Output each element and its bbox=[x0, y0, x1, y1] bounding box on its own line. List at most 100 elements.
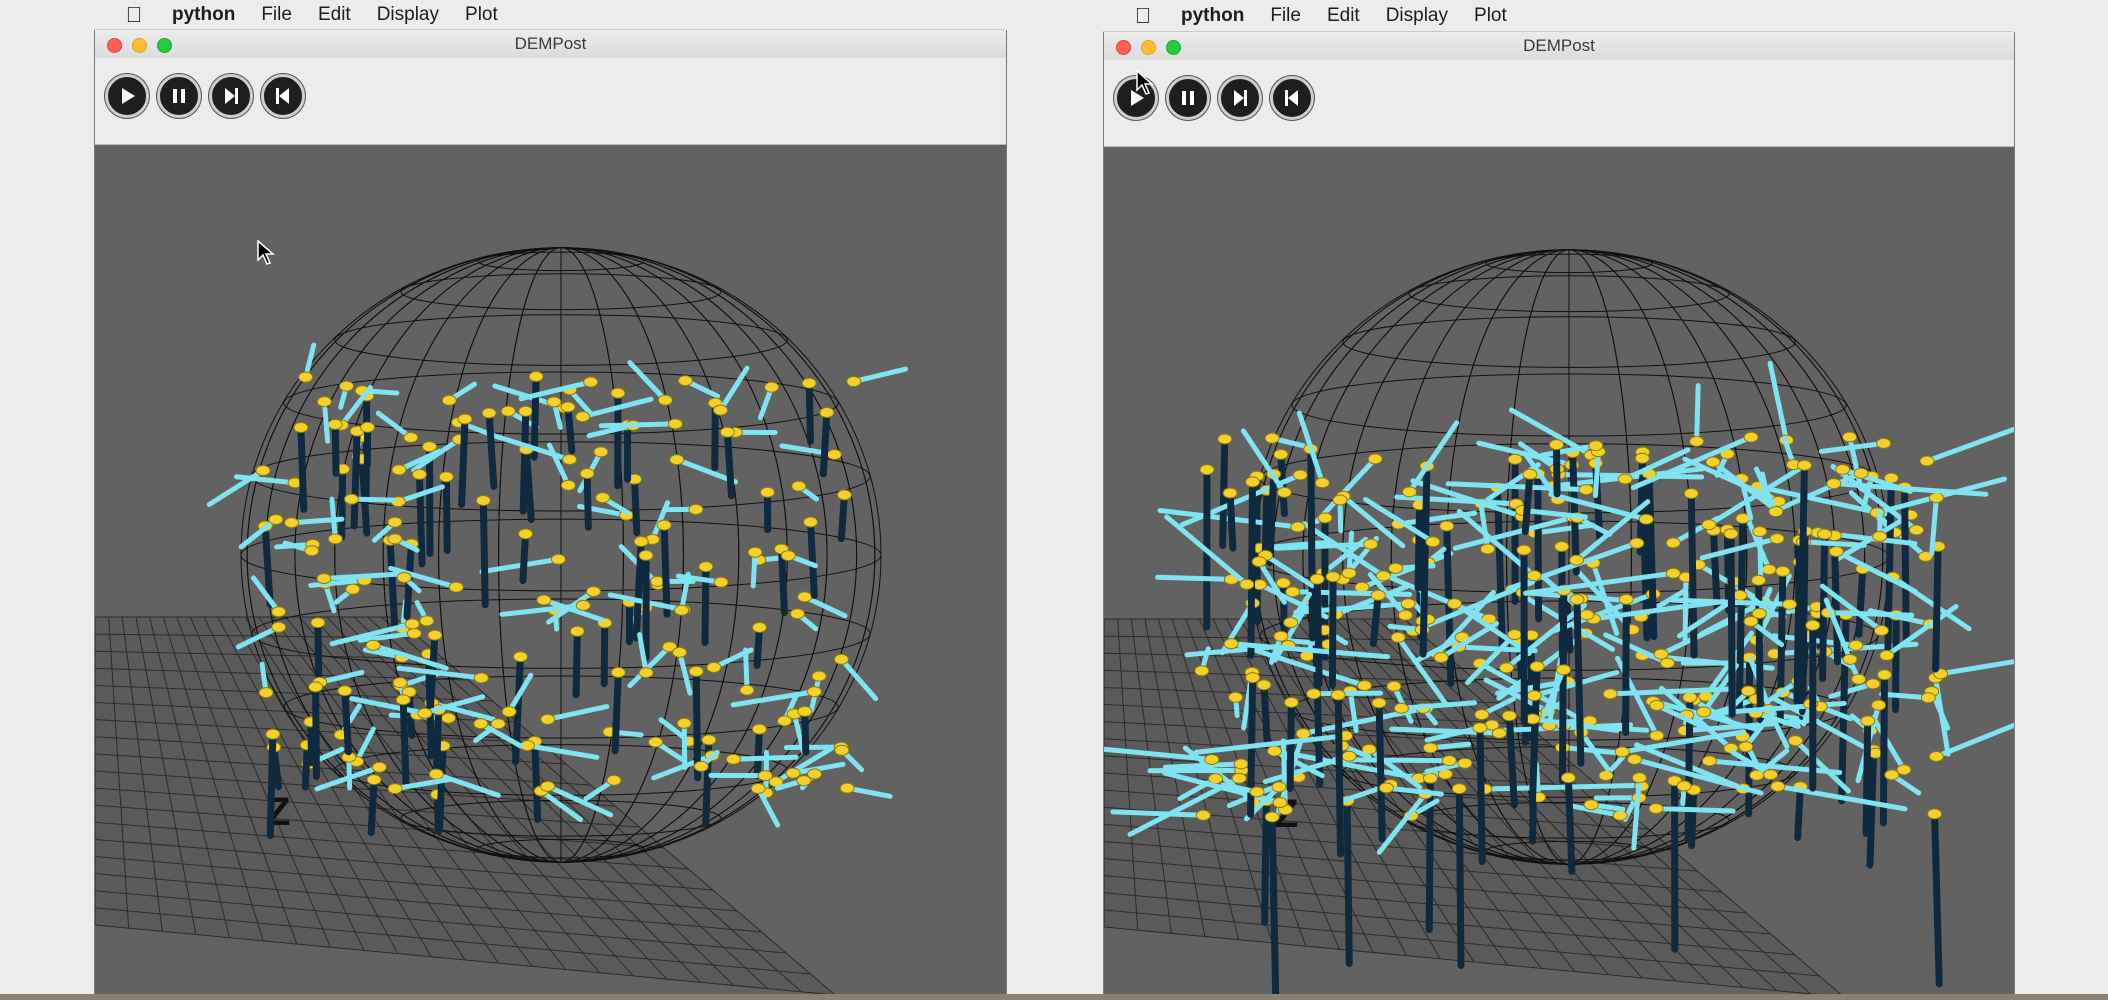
particle bbox=[1273, 630, 1289, 642]
particle bbox=[719, 426, 735, 438]
particle bbox=[1578, 484, 1594, 496]
force-arrow bbox=[1794, 783, 1804, 841]
particle bbox=[575, 599, 591, 611]
particle bbox=[638, 667, 654, 679]
particle bbox=[1743, 431, 1759, 443]
menu-edit[interactable]: Edit bbox=[1327, 5, 1360, 27]
rewind-button[interactable] bbox=[261, 74, 305, 118]
force-arrow bbox=[1268, 813, 1280, 994]
menu-file[interactable]: File bbox=[1270, 5, 1301, 27]
particle bbox=[1390, 631, 1406, 643]
window-titlebar[interactable]: DEMPost bbox=[95, 30, 1006, 58]
particle bbox=[593, 446, 609, 458]
step-forward-button[interactable] bbox=[1218, 76, 1262, 120]
particle bbox=[1569, 554, 1585, 566]
zoom-window-button[interactable] bbox=[157, 38, 172, 53]
particle bbox=[387, 783, 403, 795]
particle bbox=[1251, 556, 1267, 568]
particle bbox=[337, 685, 353, 697]
particle bbox=[1451, 783, 1467, 795]
menu-file[interactable]: File bbox=[261, 4, 292, 26]
mouse-cursor-icon bbox=[1136, 70, 1155, 95]
particle bbox=[1602, 688, 1618, 700]
minimize-window-button[interactable] bbox=[132, 38, 147, 53]
particle bbox=[1826, 478, 1842, 490]
force-arrow bbox=[723, 428, 735, 500]
force-arrow bbox=[314, 619, 323, 686]
play-button[interactable] bbox=[105, 74, 149, 118]
menu-plot[interactable]: Plot bbox=[465, 4, 498, 26]
apple-menu-icon[interactable]:  bbox=[122, 2, 146, 28]
minimize-window-button[interactable] bbox=[1141, 40, 1156, 55]
particle bbox=[500, 405, 516, 417]
menu-display[interactable]: Display bbox=[1386, 5, 1448, 27]
particle bbox=[1770, 780, 1786, 792]
force-arrow bbox=[1334, 691, 1345, 858]
step-forward-button[interactable] bbox=[209, 74, 253, 118]
particle bbox=[1441, 755, 1457, 767]
force-arrow bbox=[1528, 663, 1541, 808]
menu-display[interactable]: Display bbox=[377, 4, 439, 26]
step-forward-icon bbox=[225, 88, 238, 104]
3d-viewport[interactable]: Z bbox=[1104, 147, 2014, 994]
particle bbox=[674, 604, 690, 616]
force-arrow bbox=[1924, 426, 2014, 464]
menu-plot[interactable]: Plot bbox=[1474, 5, 1507, 27]
close-window-button[interactable] bbox=[107, 38, 122, 53]
pause-button[interactable] bbox=[1166, 76, 1210, 120]
particle bbox=[536, 594, 552, 606]
particle bbox=[1665, 537, 1681, 549]
particle bbox=[1422, 772, 1438, 784]
particle bbox=[1231, 772, 1247, 784]
particle bbox=[751, 723, 767, 735]
particle bbox=[1309, 573, 1325, 585]
force-arrow bbox=[1559, 745, 1627, 756]
particle bbox=[1676, 780, 1692, 792]
close-window-button[interactable] bbox=[1116, 40, 1131, 55]
particle bbox=[271, 621, 287, 633]
force-arrow bbox=[1564, 774, 1576, 876]
particle bbox=[1290, 521, 1306, 533]
particle bbox=[1439, 520, 1455, 532]
particle bbox=[1422, 742, 1438, 754]
force-arrow bbox=[1862, 717, 1872, 837]
force-arrow bbox=[1455, 785, 1465, 969]
rewind-button[interactable] bbox=[1270, 76, 1314, 120]
particle bbox=[1525, 713, 1541, 725]
particle bbox=[481, 407, 497, 419]
particle bbox=[801, 377, 817, 389]
particle bbox=[546, 396, 562, 408]
apple-menu-icon[interactable]:  bbox=[1131, 3, 1155, 29]
force-arrow bbox=[564, 403, 576, 455]
particle bbox=[579, 468, 595, 480]
force-arrow bbox=[1819, 530, 1829, 683]
particle bbox=[1283, 617, 1299, 629]
force-arrow bbox=[1710, 526, 1721, 613]
particle bbox=[255, 464, 271, 476]
3d-viewport[interactable]: Z bbox=[95, 145, 1006, 994]
particle bbox=[1740, 685, 1756, 697]
app-menu[interactable]: python bbox=[172, 4, 235, 26]
force-arrow bbox=[518, 379, 594, 402]
zoom-window-button[interactable] bbox=[1166, 40, 1181, 55]
force-arrow bbox=[572, 627, 581, 699]
force-arrow bbox=[1266, 470, 1278, 567]
particle bbox=[1879, 649, 1895, 661]
pause-button[interactable] bbox=[157, 74, 201, 118]
particle bbox=[1273, 448, 1289, 460]
force-arrow bbox=[1767, 360, 1789, 443]
app-menu[interactable]: python bbox=[1181, 5, 1244, 27]
particle bbox=[550, 553, 566, 565]
force-arrow bbox=[1573, 595, 1585, 767]
force-arrow bbox=[531, 737, 542, 824]
particle bbox=[672, 646, 688, 658]
force-arrow bbox=[1314, 456, 1378, 524]
force-arrow bbox=[611, 668, 622, 755]
force-arrow bbox=[1155, 574, 1234, 582]
particle bbox=[677, 375, 693, 387]
window-titlebar[interactable]: DEMPost bbox=[1104, 32, 2014, 60]
particle bbox=[1233, 758, 1249, 770]
force-arrow bbox=[1558, 586, 1568, 785]
menu-edit[interactable]: Edit bbox=[318, 4, 351, 26]
particle-scene: Z bbox=[95, 247, 909, 994]
